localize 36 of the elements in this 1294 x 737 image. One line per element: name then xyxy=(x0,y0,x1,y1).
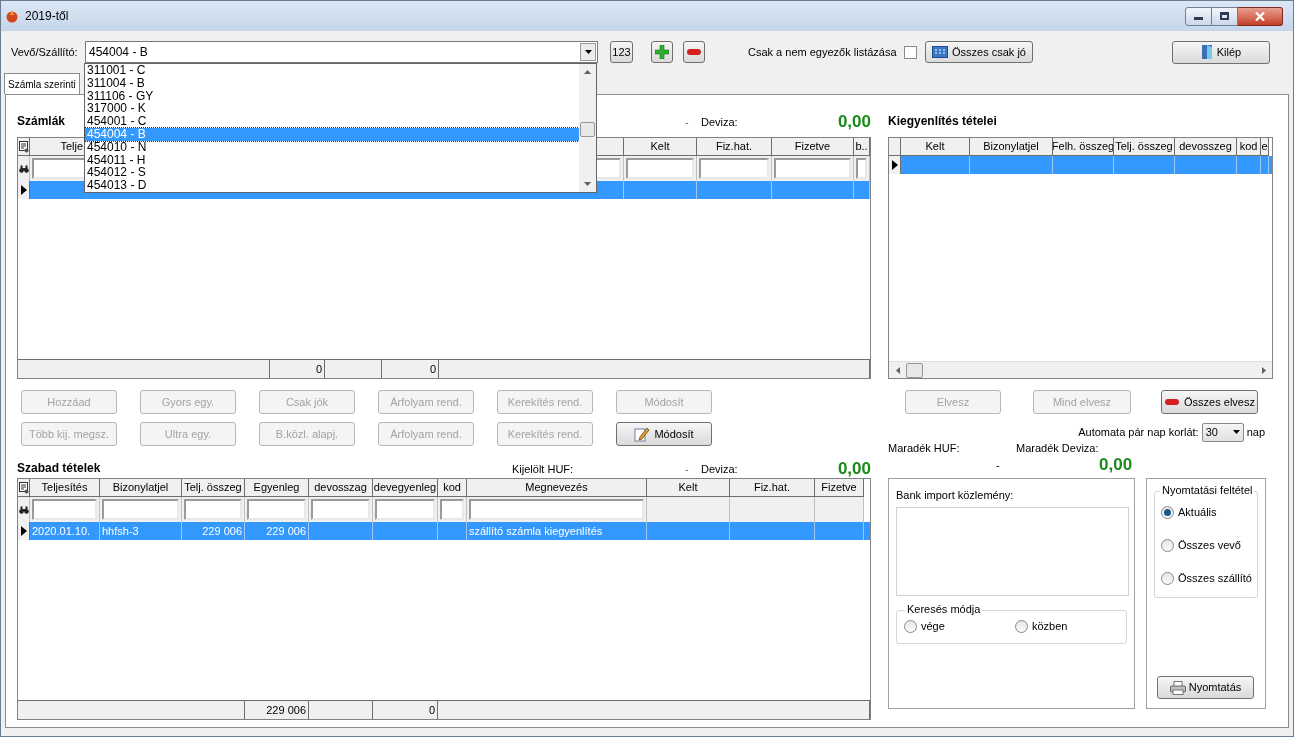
customer-label: Vevő/Szállító: xyxy=(11,44,79,60)
radio-label: közben xyxy=(1032,619,1068,635)
footer-cell: 0 xyxy=(373,701,438,719)
huf-value: - xyxy=(684,114,690,130)
footer-cell: 0 xyxy=(270,360,325,378)
footer-cell: 0 xyxy=(382,360,439,378)
footer-cell: 229 006 xyxy=(245,701,309,719)
remainder-huf-label: Maradék HUF: xyxy=(888,441,961,457)
bank-import-label: Bank import közlemény: xyxy=(896,488,1015,503)
selected-huf-label: Kijelölt HUF: xyxy=(512,462,574,475)
auto-pair-label: Automata pár nap korlát: xyxy=(1078,424,1199,440)
deviza-label: Deviza: xyxy=(701,461,738,477)
unit-label: nap xyxy=(1246,424,1265,440)
section-title: Kiegyenlítés tételei xyxy=(888,113,997,130)
amount-value: 0,00 xyxy=(1099,456,1133,473)
table-cell-text: 2020.01.10. xyxy=(32,523,91,539)
table-cell-text: 229 006 xyxy=(266,523,306,539)
radio-label: Összes szállító xyxy=(1178,571,1252,587)
section-title: Számlák xyxy=(17,113,66,130)
radio-label: vége xyxy=(921,619,945,635)
huf-value: - xyxy=(684,461,690,477)
table-cell-text: hhfsh-3 xyxy=(102,523,139,539)
amount-value: 0,00 xyxy=(837,460,871,477)
amount-value: 0,00 xyxy=(837,113,871,130)
group-title: Keresés módja xyxy=(905,603,983,615)
section-title: Szabad tételek xyxy=(17,460,101,477)
filter-label: Csak a nem egyezők listázása xyxy=(748,44,898,60)
deviza-label: Deviza: xyxy=(701,114,738,130)
table-cell-text: 229 006 xyxy=(202,523,242,539)
window-title: 2019-től xyxy=(25,8,69,25)
radio-label: Aktuális xyxy=(1178,505,1217,521)
group-title: Nyomtatási feltétel xyxy=(1160,485,1255,496)
remainder-huf-value: - xyxy=(996,457,1001,473)
table-cell-text: szállító számla kiegyenlítés xyxy=(469,523,603,539)
remainder-deviza-label: Maradék Deviza: xyxy=(1016,441,1099,457)
radio-label: Összes vevő xyxy=(1178,538,1241,554)
